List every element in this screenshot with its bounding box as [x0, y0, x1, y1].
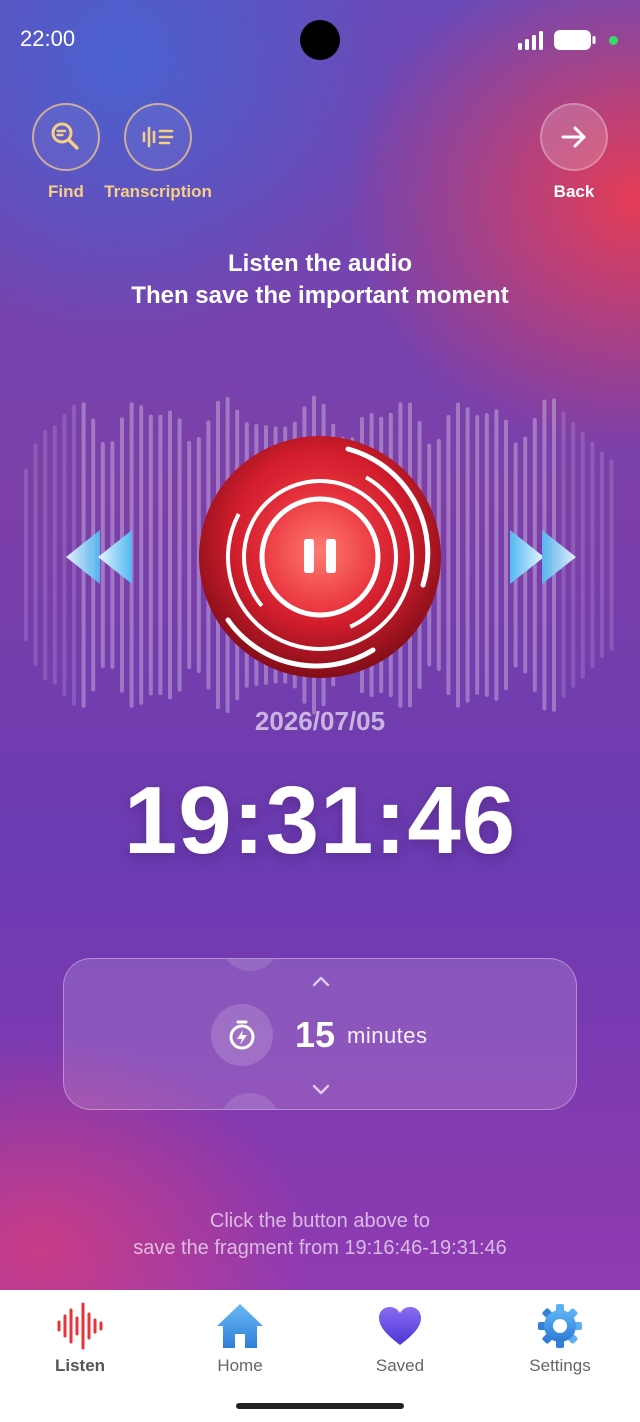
heart-icon — [379, 1307, 421, 1345]
home-icon — [217, 1304, 263, 1348]
privacy-indicator-dot — [609, 36, 618, 45]
instruction-line-1: Listen the audio — [227, 250, 412, 277]
current-time-display: 19:31:46 — [123, 767, 517, 874]
nav-label-home: Home — [217, 1356, 263, 1375]
status-time: 22:00 — [20, 26, 76, 51]
fast-forward-button[interactable] — [508, 528, 578, 586]
waveform-bar — [590, 441, 595, 669]
waveform-bar — [168, 410, 172, 700]
waveform-bar — [24, 468, 28, 642]
camera-cutout — [300, 20, 340, 60]
nav-label-listen: Listen — [54, 1356, 106, 1375]
waveform-bar — [139, 405, 144, 705]
waveform-bar — [33, 443, 38, 667]
signal-icon — [518, 31, 543, 50]
waveform-bar — [609, 459, 614, 651]
nav-item-settings[interactable]: Settings — [480, 1290, 640, 1390]
next-option-icon — [220, 1093, 280, 1109]
transcription-button[interactable] — [124, 103, 192, 171]
chevron-down-icon[interactable] — [311, 1083, 331, 1097]
timer-circle — [211, 1004, 273, 1066]
duration-value: 15 — [295, 1014, 336, 1055]
instruction-line-2: Then save the important moment — [131, 282, 509, 309]
transcription-icon — [142, 126, 174, 148]
waveform-icon — [57, 1302, 103, 1350]
rewind-button[interactable] — [64, 528, 134, 586]
waveform-bar — [52, 425, 57, 685]
waveform-bar — [177, 418, 182, 692]
battery-icon — [554, 30, 596, 50]
chevron-up-icon[interactable] — [311, 974, 331, 988]
waveform-bar — [475, 415, 480, 695]
nav-label-saved: Saved — [375, 1356, 425, 1375]
back-label: Back — [553, 182, 595, 201]
duration-unit: minutes — [347, 1023, 428, 1048]
transcription-label: Transcription — [104, 182, 212, 201]
nav-label-settings: Settings — [529, 1356, 591, 1375]
hint-line-1: Click the button above to — [209, 1210, 431, 1232]
duration-picker[interactable]: 15 minutes — [63, 958, 577, 1110]
waveform-bar — [446, 414, 451, 696]
back-button[interactable] — [540, 103, 608, 171]
waveform-bar — [465, 407, 470, 703]
recording-date: 2026/07/05 — [254, 706, 386, 736]
waveform-bar — [187, 440, 192, 670]
waveform-bar — [43, 429, 48, 681]
gear-icon — [538, 1304, 582, 1348]
waveform-bar — [580, 431, 585, 679]
find-button[interactable] — [32, 103, 100, 171]
waveform-bar — [484, 413, 489, 697]
waveform-bar — [494, 409, 499, 701]
nav-item-saved[interactable]: Saved — [320, 1290, 480, 1390]
previous-option-icon — [220, 959, 280, 971]
stopwatch-icon — [229, 1020, 255, 1050]
home-indicator — [236, 1403, 404, 1409]
waveform-bar — [148, 414, 153, 696]
nav-item-listen[interactable]: Listen — [0, 1290, 160, 1390]
waveform-bar — [600, 451, 604, 659]
search-icon — [51, 122, 79, 150]
waveform-bar — [158, 414, 163, 696]
arrow-right-icon — [561, 126, 586, 148]
hint-line-2: save the fragment from 19:16:46-19:31:46 — [133, 1237, 507, 1259]
waveform-bar — [456, 402, 460, 708]
pause-button[interactable] — [198, 435, 442, 679]
nav-item-home[interactable]: Home — [160, 1290, 320, 1390]
